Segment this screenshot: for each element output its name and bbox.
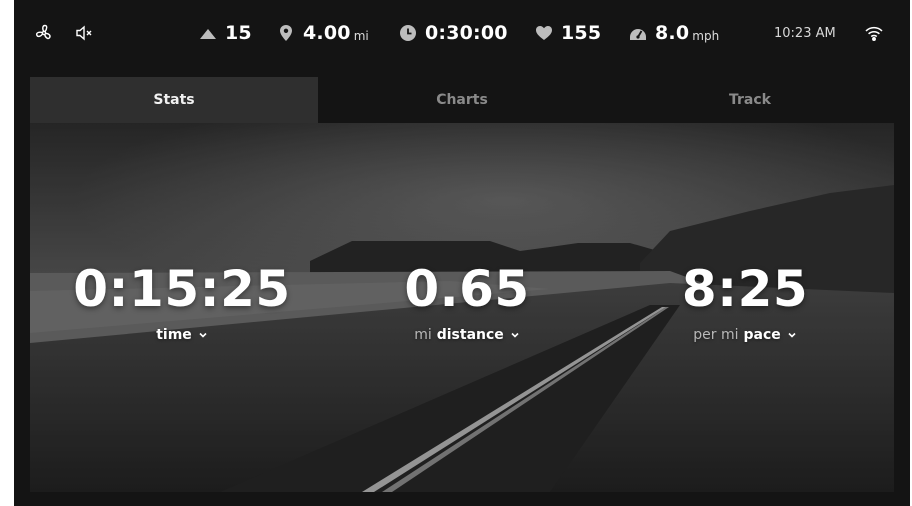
chevron-down-icon [511,332,519,338]
status-bar: 15 4.00 mi 0:30:00 155 8.0 mph 10:23 AM [14,0,910,64]
clock-text: 10:23 AM [774,25,836,41]
time-value: 0:30:00 [425,22,508,44]
speed-value: 8.0 [655,22,690,44]
stat-distance[interactable]: 0.65 mi distance [317,261,617,345]
stat-pace-label[interactable]: per mi pace [595,325,894,345]
stat-distance-label[interactable]: mi distance [317,325,617,345]
stat-distance-value: 0.65 [404,260,530,318]
tab-track-label: Track [729,92,771,108]
stat-pace[interactable]: 8:25 per mi pace [595,261,894,345]
tab-track[interactable]: Track [606,77,894,123]
heart-rate-value: 155 [561,22,602,44]
speed-unit: mph [692,28,720,43]
incline-icon [198,23,218,43]
speed-readout: 8.0 mph [628,20,719,46]
fan-icon [34,23,54,43]
heart-icon [534,23,554,43]
location-pin-icon [276,23,296,43]
treadmill-screen: 15 4.00 mi 0:30:00 155 8.0 mph 10:23 AM … [14,0,910,506]
speedometer-icon [628,23,648,43]
chevron-down-icon [788,332,796,338]
stat-pace-name: pace [743,327,781,343]
stat-distance-name: distance [436,327,504,343]
stat-time-label[interactable]: time [32,325,332,345]
distance-readout: 4.00 mi [276,20,369,46]
time-readout: 0:30:00 [398,20,508,46]
stat-time[interactable]: 0:15:25 time [32,261,332,345]
incline-readout: 15 [198,20,252,46]
clock-display: 10:23 AM [774,20,836,46]
wifi-button[interactable] [864,20,884,46]
wifi-icon [864,23,884,43]
tab-stats[interactable]: Stats [30,77,318,123]
fan-button[interactable] [34,20,54,46]
distance-unit: mi [353,28,369,43]
stat-distance-unit: mi [414,327,432,343]
stat-time-name: time [156,327,192,343]
stat-time-value: 0:15:25 [73,260,291,318]
stat-pace-unit: per mi [693,327,739,343]
tab-charts-label: Charts [436,92,488,108]
mute-button[interactable] [74,20,94,46]
distance-value: 4.00 [303,22,351,44]
heart-rate-readout: 155 [534,20,601,46]
incline-value: 15 [225,22,252,44]
clock-icon [398,23,418,43]
speaker-muted-icon [74,23,94,43]
stat-pace-value: 8:25 [681,260,809,318]
tab-charts[interactable]: Charts [318,77,606,123]
chevron-down-icon [199,332,207,338]
tab-bar: Stats Charts Track [30,77,894,123]
tab-stats-label: Stats [153,92,195,108]
stats-panel: 0:15:25 time 0.65 mi distance 8:25 per m… [30,123,894,492]
